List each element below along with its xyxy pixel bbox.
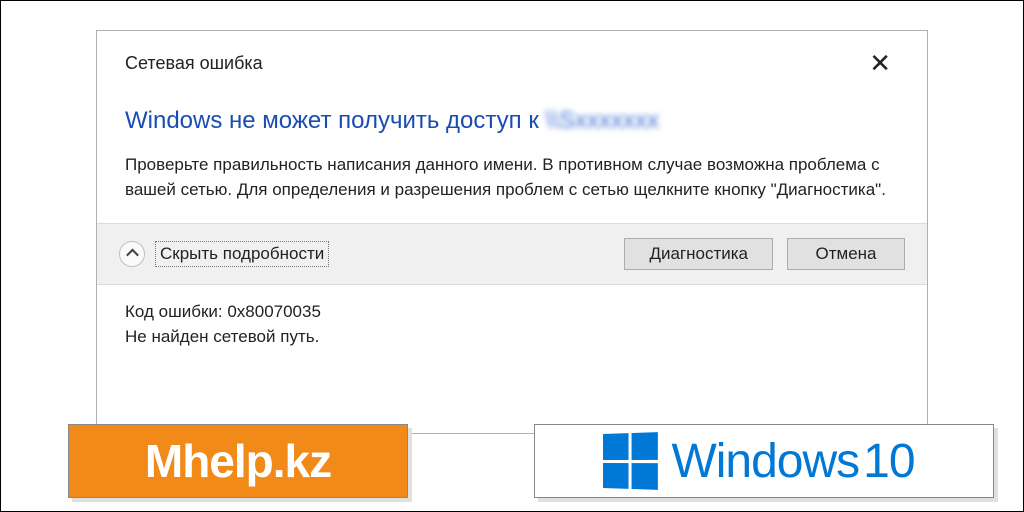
headline-text: Windows не может получить доступ к bbox=[125, 107, 545, 134]
windows10-label: Windows10 bbox=[671, 434, 914, 489]
error-code: Код ошибки: 0x80070035 bbox=[125, 299, 899, 325]
diagnose-button[interactable]: Диагностика bbox=[624, 238, 773, 270]
windows10-badge: Windows10 bbox=[534, 424, 994, 498]
error-message: Не найден сетевой путь. bbox=[125, 324, 899, 350]
details-toggle-label: Скрыть подробности bbox=[155, 241, 329, 267]
error-details: Код ошибки: 0x80070035 Не найден сетевой… bbox=[97, 285, 927, 364]
chevron-up-icon bbox=[119, 241, 145, 267]
error-description: Проверьте правильность написания данного… bbox=[125, 152, 899, 203]
windows-word: Windows bbox=[671, 435, 859, 488]
mhelp-badge: Mhelp.kz bbox=[68, 424, 408, 498]
dialog-button-row: Скрыть подробности Диагностика Отмена bbox=[97, 223, 927, 285]
close-icon[interactable]: ✕ bbox=[861, 48, 899, 78]
mhelp-label: Mhelp.kz bbox=[145, 434, 331, 488]
cancel-button[interactable]: Отмена bbox=[787, 238, 905, 270]
details-toggle[interactable]: Скрыть подробности bbox=[119, 241, 610, 267]
error-headline: Windows не может получить доступ к \\Sxx… bbox=[125, 107, 899, 136]
dialog-body: Windows не может получить доступ к \\Sxx… bbox=[97, 87, 927, 223]
network-path-blurred: \\Sxxxxxxx bbox=[545, 107, 658, 134]
dialog-title: Сетевая ошибка bbox=[125, 53, 263, 74]
dialog-header: Сетевая ошибка ✕ bbox=[97, 31, 927, 87]
network-error-dialog: Сетевая ошибка ✕ Windows не может получи… bbox=[96, 30, 928, 434]
windows-logo-icon bbox=[603, 432, 658, 490]
windows-version: 10 bbox=[863, 435, 914, 488]
